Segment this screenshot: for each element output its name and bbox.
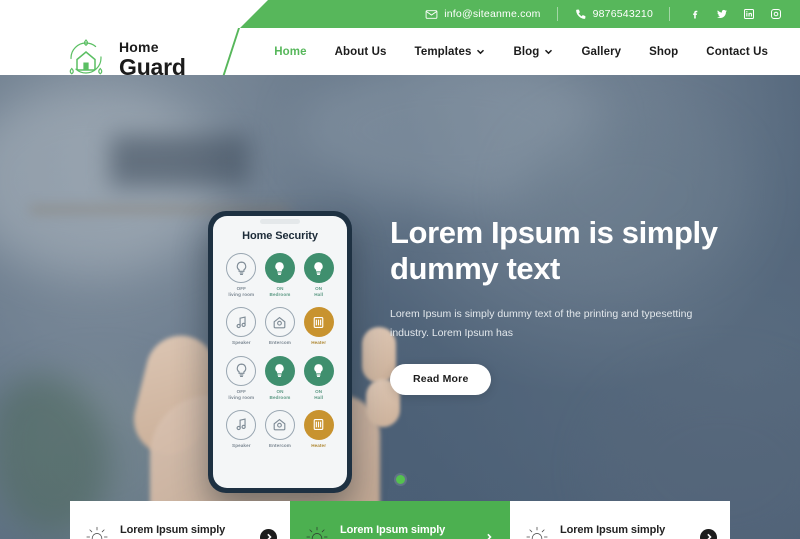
logo-wordmark: Home Guard [119,38,186,79]
feature-card-text: Lorem Ipsum simply dummy page 2 [340,523,446,539]
hero-copy: Lorem Ipsum is simply dummy text Lorem I… [390,215,730,395]
phone-screen: Home Security OFF living room ON Bedroom… [213,216,347,488]
chevron-down-icon [476,47,485,56]
device-tile-entercom-1[interactable]: Entercom [261,307,300,346]
phone-notch [260,219,300,224]
primary-nav: Home About Us Templates Blog Gallery Sho… [260,28,782,75]
device-tile-label: OFF living room [228,388,255,400]
nav-item-gallery[interactable]: Gallery [567,46,635,58]
instagram-icon[interactable] [769,8,782,21]
device-tile-bedroom-1[interactable]: ON Bedroom [261,253,300,298]
nav-item-templates[interactable]: Templates [401,46,500,58]
homepage: info@siteanme.com 9876543210 Home Guard … [0,0,800,539]
nav-label: Gallery [581,45,622,58]
nav-item-contact-us[interactable]: Contact Us [692,46,782,58]
phone-contact[interactable]: 9876543210 [558,8,669,21]
device-tile-label: ON Bedroom [269,388,291,400]
device-tile-label: OFF living room [228,286,255,298]
phone-screen-title: Home Security [242,230,318,242]
home-shield-icon [62,34,110,82]
device-tile-label: Entercom [268,340,291,346]
feature-card-1[interactable]: Lorem Ipsum simply dummy page 1 [70,501,290,539]
twitter-icon[interactable] [715,8,728,21]
device-tile-grid: OFF living room ON Bedroom ON Hall Speak… [222,253,338,449]
nav-item-shop[interactable]: Shop [635,46,692,58]
nav-item-about-us[interactable]: About Us [321,46,401,58]
device-tile-label: Speaker [232,442,251,448]
nav-label: Contact Us [706,45,768,58]
heater-icon [303,409,334,440]
nav-item-blog[interactable]: Blog [499,46,567,58]
bulb-icon [226,253,257,283]
heater-icon [303,307,334,338]
feature-cards: Lorem Ipsum simply dummy page 1 Lorem Ip… [70,501,730,539]
nav-label: Shop [649,45,679,58]
chevron-right-icon[interactable] [700,528,717,539]
music-note-icon [226,307,257,338]
chevron-right-icon[interactable] [260,528,277,539]
hero-subtitle: Lorem Ipsum is simply dummy text of the … [390,307,693,340]
slider-pagination [0,475,800,484]
facebook-icon[interactable] [688,8,701,21]
device-tile-label: ON Hall [314,286,324,298]
nav-label: Blog [513,45,540,58]
device-tile-label: Speaker [232,340,251,346]
device-tile-speaker-2[interactable]: Speaker [222,409,261,449]
phone-text: 9876543210 [592,8,653,20]
sun-bulb-icon [303,523,331,539]
smartphone-mockup: Home Security OFF living room ON Bedroom… [208,211,352,493]
logo-line-1: Home [119,38,159,55]
hero-title: Lorem Ipsum is simply dummy text [390,215,718,286]
bulb-icon [264,253,295,283]
site-header: info@siteanme.com 9876543210 Home Guard … [0,0,800,78]
nav-item-home[interactable]: Home [260,46,320,58]
music-note-icon [226,409,257,440]
main-nav-row: Home Guard Home About Us Templates Blog … [0,28,800,78]
device-tile-speaker-1[interactable]: Speaker [222,307,261,346]
device-tile-entercom-2[interactable]: Entercom [261,409,300,449]
chevron-down-icon [544,47,553,56]
feature-card-2[interactable]: Lorem Ipsum simply dummy page 2 [290,501,510,539]
device-tile-heater-2[interactable]: Heater [299,409,338,449]
phone-icon [574,8,587,21]
sun-bulb-icon [523,523,551,539]
device-tile-label: Heater [311,340,327,346]
device-tile-label: Entercom [268,442,291,448]
device-tile-label: ON Hall [314,388,324,400]
device-tile-living-room-2[interactable]: OFF living room [222,355,261,401]
header-slant-divider [222,28,240,75]
feature-card-text: Lorem Ipsum simply dummy page 3 [560,523,666,539]
bulb-icon [264,355,295,386]
device-tile-heater-1[interactable]: Heater [299,307,338,346]
sun-bulb-icon [83,523,111,539]
email-contact[interactable]: info@siteanme.com [409,8,556,21]
intercom-house-icon [264,409,295,440]
linkedin-icon[interactable] [742,8,755,21]
nav-label: Home [274,45,307,58]
intercom-house-icon [264,307,295,338]
chevron-right-icon[interactable] [480,529,497,539]
device-tile-label: ON Bedroom [269,286,291,298]
top-contact-bar: info@siteanme.com 9876543210 [240,0,800,28]
email-text: info@siteanme.com [444,8,541,20]
bulb-icon [303,355,334,386]
device-tile-hall-1[interactable]: ON Hall [299,253,338,298]
logo-line-2: Guard [119,53,186,80]
read-more-button[interactable]: Read More [390,363,492,395]
hero-slider: Home Security OFF living room ON Bedroom… [0,75,800,539]
feature-card-3[interactable]: Lorem Ipsum simply dummy page 3 [510,501,730,539]
bulb-icon [303,253,334,283]
social-links [670,8,786,21]
slider-dot-1[interactable] [395,475,405,484]
bulb-icon [226,355,257,386]
feature-card-text: Lorem Ipsum simply dummy page 1 [120,523,226,539]
site-logo[interactable]: Home Guard [62,34,186,82]
device-tile-living-room-1[interactable]: OFF living room [222,253,261,298]
nav-label: About Us [334,45,387,58]
device-tile-hall-2[interactable]: ON Hall [299,355,338,401]
envelope-icon [425,8,438,21]
nav-label: Templates [414,45,472,58]
device-tile-bedroom-2[interactable]: ON Bedroom [261,355,300,401]
device-tile-label: Heater [311,442,327,448]
